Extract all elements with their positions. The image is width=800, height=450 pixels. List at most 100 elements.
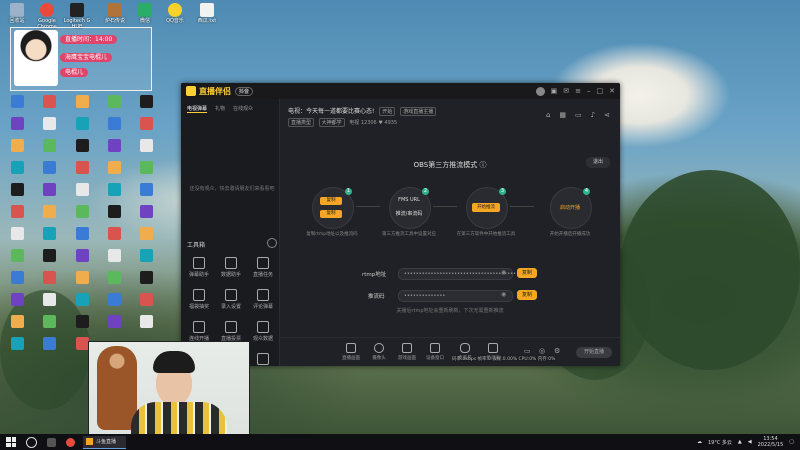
copy-key-chip[interactable]: 复制 (320, 210, 342, 218)
notification-icon[interactable]: ▢ (789, 439, 794, 445)
desktop-shortcut-icon[interactable] (108, 183, 121, 196)
desktop-shortcut-icon[interactable] (108, 161, 121, 174)
desktop-shortcut-icon[interactable] (11, 315, 24, 328)
copy-rtmp-button[interactable]: 复制 (517, 268, 537, 278)
desktop-shortcut-icon[interactable] (76, 249, 89, 262)
start-live-button[interactable]: 开始直播 (576, 347, 612, 358)
start-button[interactable] (6, 437, 16, 447)
desktop-icon-qqmusic[interactable]: QQ音乐 (160, 3, 190, 24)
desktop-shortcut-icon[interactable] (11, 293, 24, 306)
copy-key-button[interactable]: 复制 (517, 290, 537, 300)
desktop-icon-textfile[interactable]: 西瓜.txt (192, 3, 222, 24)
record-icon[interactable]: ▭ (524, 347, 531, 355)
desktop-shortcut-icon[interactable] (11, 117, 24, 130)
desktop-shortcut-icon[interactable] (76, 95, 89, 108)
desktop-shortcut-icon[interactable] (11, 227, 24, 240)
desktop-shortcut-icon[interactable] (43, 337, 56, 350)
desktop-shortcut-icon[interactable] (140, 249, 153, 262)
desktop-shortcut-icon[interactable] (76, 315, 89, 328)
desktop-shortcut-icon[interactable] (76, 183, 89, 196)
desktop-shortcut-icon[interactable] (76, 117, 89, 130)
eye-icon[interactable]: ◉ (501, 291, 506, 298)
tool-vote[interactable]: 直播投票 (216, 321, 246, 342)
desktop-shortcut-icon[interactable] (108, 205, 121, 218)
rtmp-address-field[interactable]: •••••••••••••••••••••••••••••••••••••• (398, 268, 516, 280)
start-push-chip[interactable]: 开始推流 (472, 203, 500, 212)
screen-share-icon[interactable]: ▭ (575, 111, 582, 119)
copy-rtmp-chip[interactable]: 复制 (320, 197, 342, 205)
tool-more[interactable] (248, 353, 278, 366)
close-icon[interactable]: ✕ (609, 87, 615, 95)
room-title-text[interactable]: 今天每一道都要比赛心态! (306, 108, 374, 115)
desktop-shortcut-icon[interactable] (43, 95, 56, 108)
desktop-shortcut-icon[interactable] (11, 249, 24, 262)
desktop-shortcut-icon[interactable] (140, 227, 153, 240)
preview-icon[interactable]: ◎ (539, 347, 545, 355)
maximize-icon[interactable]: □ (597, 87, 604, 95)
desktop-shortcut-icon[interactable] (76, 161, 89, 174)
desktop-shortcut-icon[interactable] (108, 139, 121, 152)
user-avatar[interactable] (535, 86, 545, 96)
desktop-icon-recycle-bin[interactable]: 回收站 (2, 3, 32, 24)
room-type-tag[interactable]: 直播类型 (288, 118, 315, 127)
toolbox-collapse-icon[interactable] (267, 238, 277, 248)
tab-danmu[interactable]: 电视弹幕 (187, 105, 208, 113)
desktop-shortcut-icon[interactable] (11, 205, 24, 218)
desktop-shortcut-icon[interactable] (43, 161, 56, 174)
source-game-button[interactable]: 游戏画面 (396, 343, 418, 361)
gift-icon[interactable]: ▣ (551, 87, 558, 95)
desktop-icon-chrome[interactable]: Google Chrome (32, 3, 62, 30)
network-icon[interactable]: ▲ (738, 439, 742, 445)
desktop-shortcut-icon[interactable] (108, 315, 121, 328)
desktop-shortcut-icon[interactable] (140, 315, 153, 328)
desktop-shortcut-icon[interactable] (76, 227, 89, 240)
desktop-shortcut-icon[interactable] (140, 117, 153, 130)
message-icon[interactable]: ✉ (563, 87, 569, 95)
desktop-shortcut-icon[interactable] (43, 183, 56, 196)
desktop-shortcut-icon[interactable] (43, 117, 56, 130)
tab-gifts[interactable]: 礼物 (215, 105, 225, 113)
desktop-shortcut-icon[interactable] (140, 183, 153, 196)
taskbar-app-live[interactable]: 斗鱼直播 (83, 435, 126, 449)
desktop-shortcut-icon[interactable] (11, 139, 24, 152)
eye-icon[interactable]: ◉ (501, 269, 506, 276)
desktop-shortcut-icon[interactable] (108, 249, 121, 262)
share-icon[interactable]: ⋖ (604, 111, 610, 119)
tool-data-helper[interactable]: 数据助手 (216, 257, 246, 278)
desktop-icon-wechat[interactable]: 微信 (130, 3, 160, 24)
menu-icon[interactable]: ≡ (575, 87, 581, 95)
desktop-shortcut-icon[interactable] (140, 139, 153, 152)
search-icon[interactable] (26, 436, 37, 448)
desktop-shortcut-icon[interactable] (140, 205, 153, 218)
settings-icon[interactable]: ⚙ (554, 347, 560, 355)
room-tag-start[interactable]: 开始 (379, 107, 396, 116)
desktop-shortcut-icon[interactable] (11, 95, 24, 108)
minimize-icon[interactable]: – (587, 87, 591, 95)
desktop-shortcut-icon[interactable] (11, 271, 24, 284)
exit-mode-button[interactable]: 退出 (586, 157, 610, 168)
desktop-shortcut-icon[interactable] (140, 161, 153, 174)
desktop-shortcut-icon[interactable] (140, 95, 153, 108)
shop-icon[interactable]: ⌂ (546, 111, 550, 119)
task-view-icon[interactable] (47, 437, 56, 447)
desktop-shortcut-icon[interactable] (43, 315, 56, 328)
desktop-shortcut-icon[interactable] (76, 293, 89, 306)
bell-icon[interactable]: ♪ (591, 111, 595, 119)
desktop-shortcut-icon[interactable] (11, 183, 24, 196)
desktop-shortcut-icon[interactable] (11, 337, 24, 350)
desktop-shortcut-icon[interactable] (76, 139, 89, 152)
desktop-shortcut-icon[interactable] (76, 205, 89, 218)
desktop-shortcut-icon[interactable] (108, 293, 121, 306)
desktop-shortcut-icon[interactable] (108, 271, 121, 284)
desktop-shortcut-icon[interactable] (43, 227, 56, 240)
desktop-shortcut-icon[interactable] (43, 249, 56, 262)
info-icon[interactable]: ⓘ (479, 161, 486, 169)
tool-link-live[interactable]: 连线开播 (184, 321, 214, 342)
desktop-shortcut-icon[interactable] (43, 205, 56, 218)
desktop-shortcut-icon[interactable] (11, 161, 24, 174)
desktop-shortcut-icon[interactable] (43, 139, 56, 152)
stream-key-field[interactable]: •••••••••••••• (398, 290, 513, 302)
room-subtype-tag[interactable]: 大神都学 (318, 118, 345, 127)
desktop-shortcut-icon[interactable] (108, 95, 121, 108)
desktop-icon-hearthstone[interactable]: 炉石传说 (100, 3, 130, 24)
